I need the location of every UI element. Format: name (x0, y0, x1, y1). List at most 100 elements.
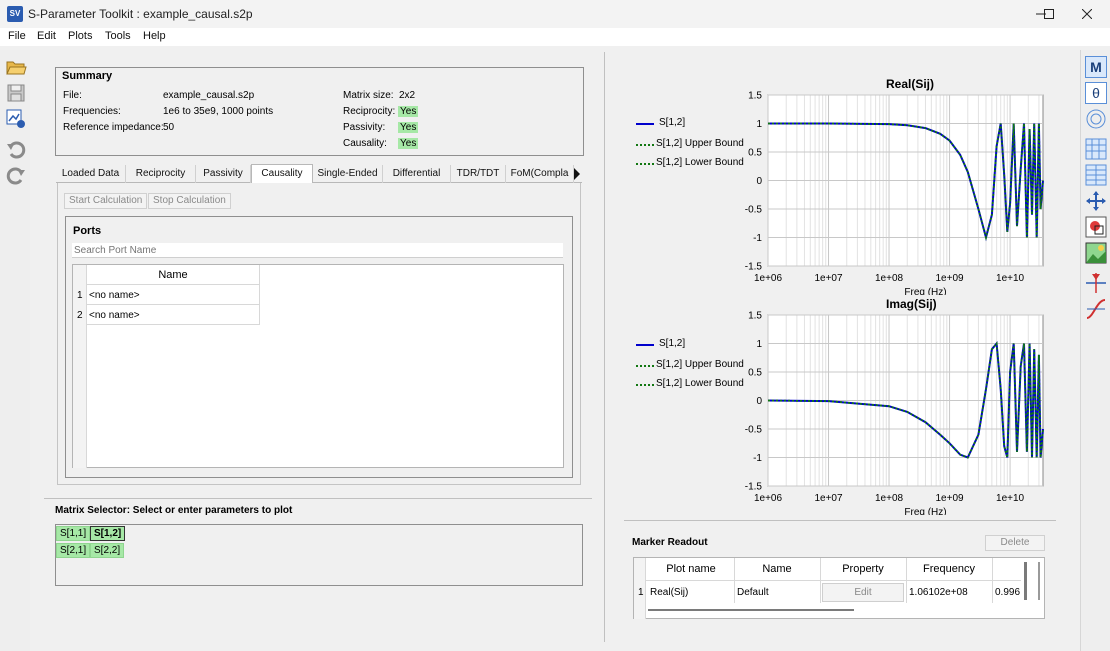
marker-plot-name[interactable]: Real(Sij) (650, 587, 688, 598)
header-divider (646, 580, 1021, 581)
column-header-property[interactable]: Property (820, 563, 906, 575)
title-bar: SV S-Parameter Toolkit : example_causal.… (0, 0, 1110, 28)
port-name-cell[interactable]: <no name> (87, 285, 260, 305)
tab-differential[interactable]: Differential (383, 165, 451, 183)
file-label: File: (63, 90, 82, 101)
column-divider (734, 558, 735, 603)
legend-swatch (636, 344, 654, 346)
reciprocity-status-badge: Yes (398, 106, 419, 117)
matrix-cell-s22[interactable]: S[2,2] (90, 543, 125, 558)
tab-scroll-right-icon[interactable] (573, 168, 581, 180)
menu-help[interactable]: Help (143, 30, 166, 42)
causality-label: Causality: (343, 138, 387, 149)
menu-file[interactable]: File (8, 30, 26, 42)
y-tick-label: 0 (756, 396, 762, 407)
menu-tools[interactable]: Tools (105, 30, 131, 42)
start-calculation-button[interactable]: Start Calculation (64, 193, 148, 209)
matrix-size-label: Matrix size: (343, 90, 394, 101)
reference-impedance-label: Reference impedance: (63, 122, 164, 133)
x-tick-label: 1e+10 (996, 493, 1025, 504)
tab-causality[interactable]: Causality (251, 164, 313, 183)
app-icon: SV (7, 6, 23, 22)
x-axis-label: Freq (Hz) (904, 287, 946, 295)
matrix-cell-s21[interactable]: S[2,1] (56, 543, 91, 558)
real-chart[interactable]: 1.5 1 0.5 0 -0.5 -1 -1.51e+06 1e+07 1e+08 1e+09 1e… (740, 90, 1055, 295)
matrix-cell-s11[interactable]: S[1,1] (56, 526, 91, 541)
reference-impedance-value: 50 (163, 122, 175, 133)
tab-reciprocity[interactable]: Reciprocity (126, 165, 196, 183)
divider (44, 498, 592, 499)
tab-fom[interactable]: FoM(Compla (506, 165, 574, 183)
svg-text:M: M (1090, 59, 1102, 75)
y-tick-label: -1.5 (745, 262, 763, 273)
legend-swatch (636, 384, 654, 386)
delete-marker-button[interactable]: Delete (985, 535, 1045, 551)
column-divider (906, 558, 907, 603)
stop-calculation-button[interactable]: Stop Calculation (148, 193, 231, 209)
x-tick-label: 1e+08 (875, 493, 904, 504)
analysis-tab-bar: Loaded Data Reciprocity Passivity Causal… (56, 164, 582, 183)
right-toolbar: M θ (1080, 50, 1110, 651)
redo-icon[interactable] (5, 164, 27, 186)
passivity-label: Passivity: (343, 122, 386, 133)
port-name-cell[interactable]: <no name> (87, 305, 260, 325)
matrix-selector-group (55, 524, 583, 586)
horizontal-scrollbar[interactable] (648, 609, 854, 611)
vertical-scrollbar[interactable] (1024, 562, 1027, 600)
undo-icon[interactable] (5, 138, 27, 160)
column-header-frequency[interactable]: Frequency (906, 563, 992, 575)
x-tick-label: 1e+09 (936, 273, 965, 284)
close-icon (1082, 9, 1092, 19)
tab-tdr-tdt[interactable]: TDR/TDT (451, 165, 506, 183)
magnitude-icon[interactable]: M (1085, 56, 1107, 78)
legend-label: S[1,2] Upper Bound (656, 138, 744, 149)
marker-frequency[interactable]: 1.06102e+08 (909, 587, 968, 598)
imag-chart-title: Imag(Sij) (886, 297, 937, 311)
grid-view-icon[interactable] (1085, 138, 1107, 160)
y-tick-label: 1.5 (748, 311, 762, 322)
close-button[interactable] (1064, 0, 1110, 28)
zoom-icon[interactable] (1085, 216, 1107, 238)
marker-name[interactable]: Default (737, 587, 769, 598)
ports-name-column-header[interactable]: Name (87, 265, 260, 285)
x-tick-label: 1e+07 (814, 273, 843, 284)
save-icon[interactable] (5, 82, 27, 104)
row-index: 1 (77, 290, 83, 301)
open-folder-icon[interactable] (5, 56, 27, 78)
image-export-icon[interactable] (1085, 242, 1107, 264)
pan-icon[interactable] (1085, 190, 1107, 212)
smith-chart-icon[interactable] (1085, 108, 1107, 130)
column-header-plot-name[interactable]: Plot name (648, 563, 734, 575)
tab-single-ended[interactable]: Single-Ended (313, 165, 383, 183)
matrix-cell-s12[interactable]: S[1,2] (90, 526, 126, 541)
matrix-size-value: 2x2 (399, 90, 416, 101)
menu-edit[interactable]: Edit (37, 30, 56, 42)
menu-plots[interactable]: Plots (68, 30, 92, 42)
curve-fit-icon[interactable] (1085, 298, 1107, 320)
legend-swatch (636, 365, 654, 367)
x-axis-label: Freq (Hz) (904, 507, 946, 515)
y-tick-label: -0.5 (745, 425, 763, 436)
row-index: 2 (77, 310, 83, 321)
marker-value[interactable]: 0.996 (995, 587, 1021, 598)
export-image-icon[interactable] (5, 108, 27, 130)
y-tick-label: -0.5 (745, 205, 763, 216)
tab-passivity[interactable]: Passivity (196, 165, 251, 183)
port-search-input[interactable] (72, 243, 563, 258)
ports-title: Ports (73, 225, 102, 237)
column-header-name[interactable]: Name (734, 563, 820, 575)
phase-icon[interactable]: θ (1085, 82, 1107, 104)
vertical-scrollbar-track[interactable] (1038, 562, 1040, 600)
tab-loaded-data[interactable]: Loaded Data (56, 165, 126, 183)
legend-label: S[1,2] Upper Bound (656, 359, 744, 370)
marker-readout-title: Marker Readout (632, 537, 708, 548)
imag-chart[interactable]: 1.5 1 0.5 0 -0.5 -1 -1.51e+06 1e+07 1e+08 1e+09 1e… (740, 310, 1055, 515)
real-chart-title: Real(Sij) (886, 77, 935, 91)
splitter[interactable] (604, 52, 605, 642)
table-view-icon[interactable] (1085, 164, 1107, 186)
marker-property-edit-button[interactable]: Edit (822, 583, 904, 602)
legend-label: S[1,2] (659, 338, 686, 349)
column-divider (992, 558, 993, 603)
x-tick-label: 1e+10 (996, 273, 1025, 284)
marker-icon[interactable] (1085, 272, 1107, 294)
